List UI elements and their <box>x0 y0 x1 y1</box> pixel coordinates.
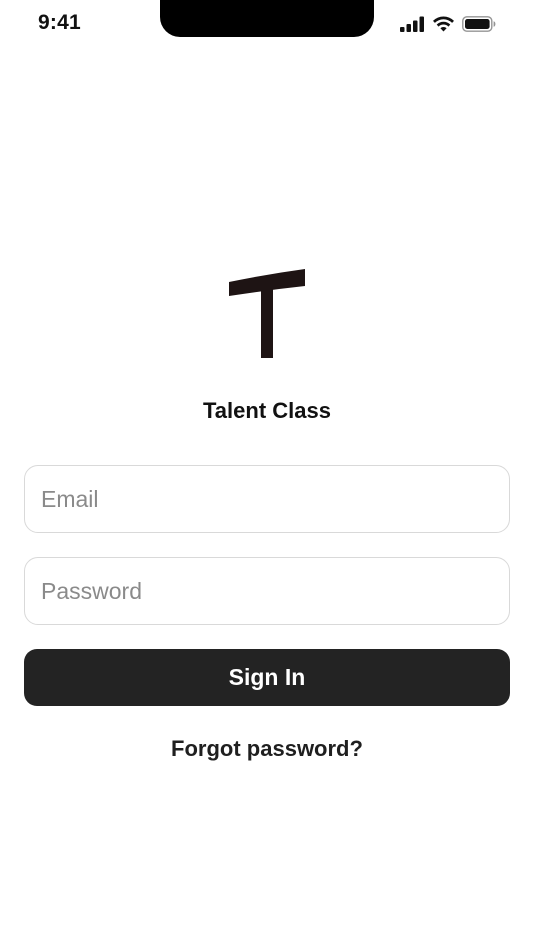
cellular-signal-icon <box>400 16 425 32</box>
status-bar: 9:41 <box>0 0 534 50</box>
forgot-password-link[interactable]: Forgot password? <box>0 736 534 762</box>
brand-name: Talent Class <box>203 398 331 423</box>
password-input[interactable] <box>24 557 510 625</box>
sign-in-button[interactable]: Sign In <box>24 649 510 706</box>
wifi-icon <box>432 15 455 32</box>
login-screen: 9:41 Talent Class Email Sign In Forgot p… <box>0 0 534 950</box>
talent-class-logo-icon <box>228 266 308 360</box>
status-time: 9:41 <box>38 11 81 34</box>
battery-icon <box>462 15 496 32</box>
email-input[interactable] <box>24 465 510 533</box>
device-notch <box>160 0 374 37</box>
status-icons <box>400 15 496 32</box>
